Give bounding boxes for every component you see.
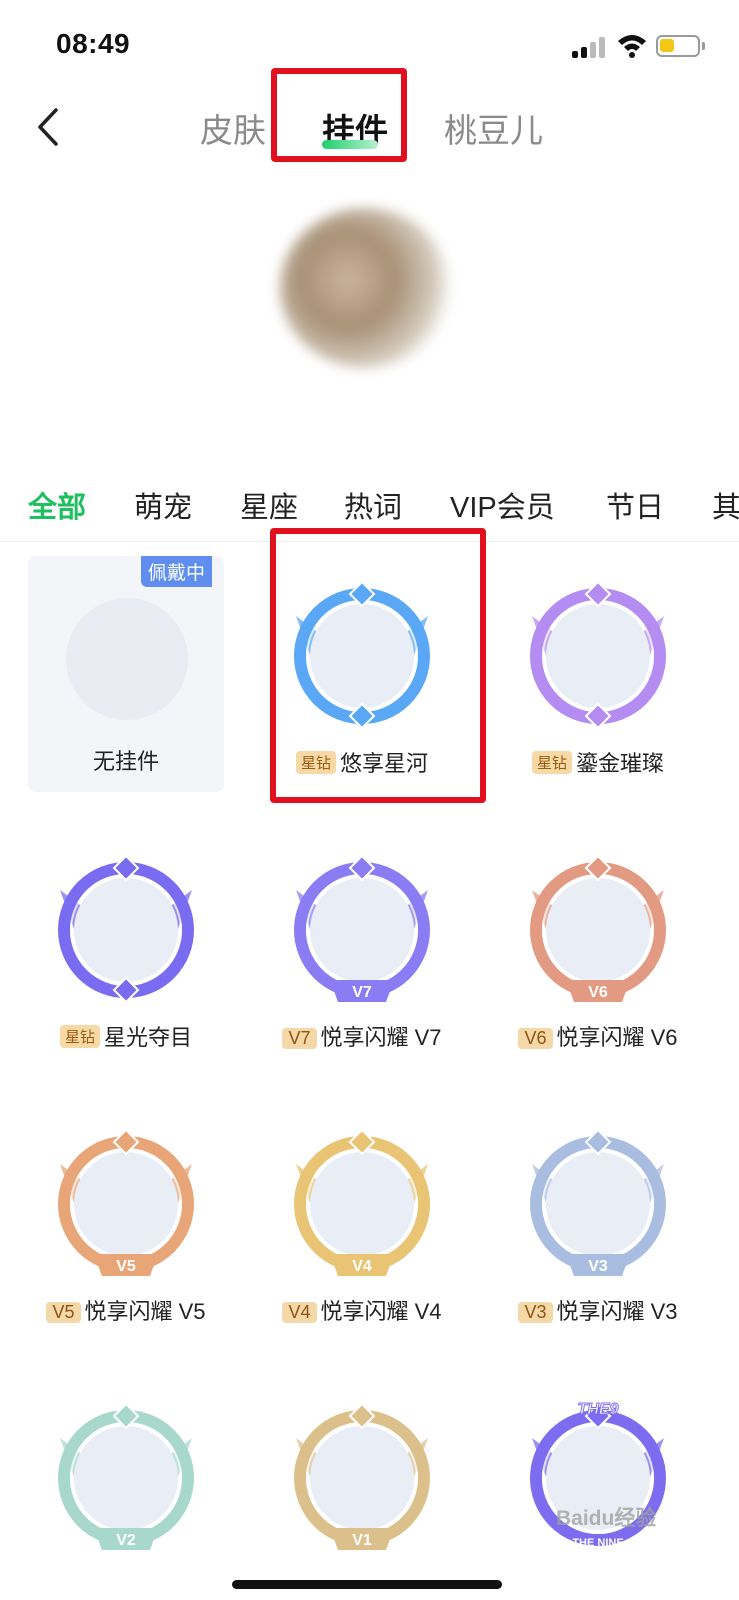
pendant-item[interactable]: V2 <box>28 1378 224 1600</box>
svg-text:THE9: THE9 <box>578 1401 619 1418</box>
pendant-item[interactable]: V7 V7 悦享闪耀 V7 <box>264 830 460 1070</box>
pendant-name: 悦享闪耀 V4 <box>320 1299 442 1324</box>
pendant-item[interactable]: V4 V4 悦享闪耀 V4 <box>264 1104 460 1344</box>
svg-text:V3: V3 <box>588 1258 608 1275</box>
battery-level <box>660 39 674 52</box>
back-button[interactable] <box>30 102 70 152</box>
watermark: Baidu经验 <box>556 1507 657 1530</box>
vip-level-badge: V3 <box>518 1302 553 1323</box>
pendant-name: 星光夺目 <box>104 1025 193 1050</box>
pendant-none-card[interactable]: 佩戴中 无挂件 <box>28 556 224 792</box>
pendant-frame-icon <box>58 854 194 1004</box>
pendant-item[interactable]: V3 V3 悦享闪耀 V3 <box>500 1104 696 1344</box>
pendant-name: 悦享闪耀 V5 <box>84 1299 206 1324</box>
battery-icon <box>656 35 705 57</box>
wifi-icon <box>618 35 646 58</box>
pendant-frame-icon <box>530 580 666 730</box>
svg-text:V7: V7 <box>352 984 372 1001</box>
pendant-frame-icon: V7 <box>294 854 430 1002</box>
pendant-item[interactable]: V6 V6 悦享闪耀 V6 <box>500 830 696 1070</box>
pendant-frame-icon: V2 <box>58 1402 194 1550</box>
vip-level-badge: V6 <box>518 1028 553 1049</box>
signal-icon <box>572 36 606 58</box>
pendant-frame-icon: V1 <box>294 1402 430 1550</box>
pendant-item[interactable]: V1 <box>264 1378 460 1600</box>
category-hot-words[interactable]: 热词 <box>344 484 402 526</box>
vip-level-badge: V5 <box>46 1302 81 1323</box>
pendant-item[interactable]: THE9 THE NINE <box>500 1378 696 1600</box>
avatar-preview <box>280 208 450 368</box>
pendant-frame-icon: V5 <box>58 1128 194 1276</box>
pendant-name: 悦享闪耀 V6 <box>556 1025 678 1050</box>
pendant-frame-icon: V6 <box>530 854 666 1002</box>
highlight-box-tab <box>271 68 407 162</box>
svg-text:V4: V4 <box>352 1258 372 1275</box>
category-pets[interactable]: 萌宠 <box>134 484 192 526</box>
status-time: 08:49 <box>56 28 131 59</box>
pendant-name: 悦享闪耀 V7 <box>320 1025 442 1050</box>
svg-text:V5: V5 <box>116 1258 136 1275</box>
pendant-item[interactable]: V5 V5 悦享闪耀 V5 <box>28 1104 224 1344</box>
pendant-item[interactable]: 星钻 星光夺目 <box>28 830 224 1070</box>
svg-text:V2: V2 <box>116 1532 136 1549</box>
pendant-none-label: 无挂件 <box>92 749 159 774</box>
highlight-box-pendant <box>270 528 486 803</box>
tab-skin[interactable]: 皮肤 <box>200 104 266 152</box>
svg-text:V1: V1 <box>352 1532 372 1549</box>
home-indicator[interactable] <box>232 1580 502 1589</box>
pendant-frame-icon: V4 <box>294 1128 430 1276</box>
tab-peach[interactable]: 桃豆儿 <box>444 104 543 152</box>
category-more[interactable]: 其 <box>712 484 739 526</box>
svg-text:V6: V6 <box>588 984 608 1001</box>
category-vip[interactable]: VIP会员 <box>450 484 555 526</box>
category-all[interactable]: 全部 <box>28 484 86 526</box>
vip-level-badge: V4 <box>282 1302 317 1323</box>
wearing-badge: 佩戴中 <box>140 556 212 587</box>
star-diamond-badge: 星钻 <box>531 751 572 774</box>
svg-text:THE NINE: THE NINE <box>572 1537 623 1549</box>
empty-avatar-circle <box>66 598 188 720</box>
pendant-item[interactable]: 星钻 鎏金璀璨 <box>500 556 696 796</box>
pendant-name: 鎏金璀璨 <box>576 751 665 776</box>
category-zodiac[interactable]: 星座 <box>240 484 298 526</box>
pendant-frame-icon: V3 <box>530 1128 666 1276</box>
vip-level-badge: V7 <box>282 1028 317 1049</box>
star-diamond-badge: 星钻 <box>59 1025 100 1048</box>
pendant-name: 悦享闪耀 V3 <box>556 1299 678 1324</box>
category-holiday[interactable]: 节日 <box>606 484 664 526</box>
